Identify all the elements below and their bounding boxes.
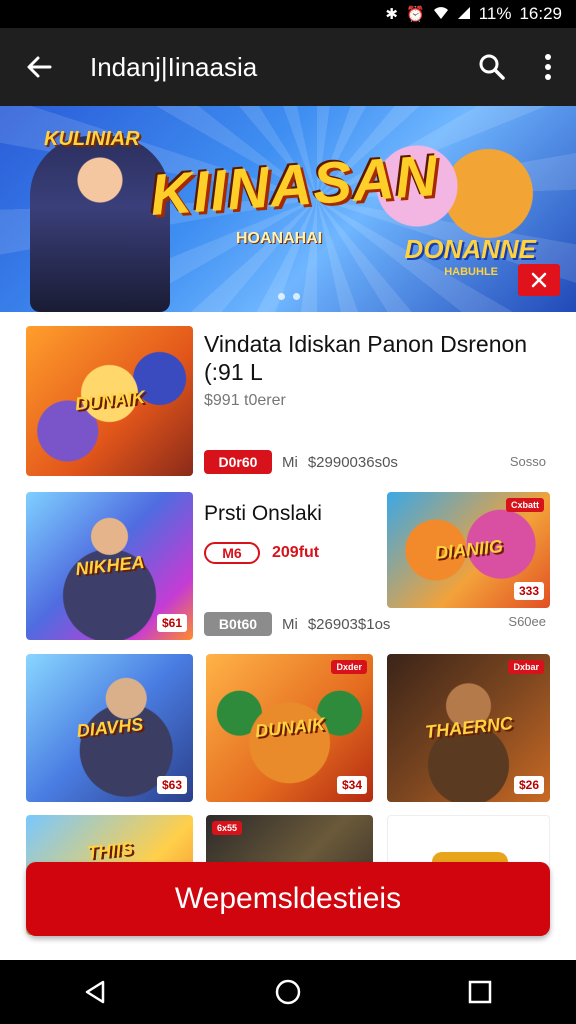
primary-cta-button[interactable]: Wepemsldestieis [26,862,550,936]
banner-logo-right: DONANNE [404,234,536,264]
game-thumbnail[interactable]: DIAVHS $63 [26,654,193,802]
list-item[interactable]: DUNAIK Vindata Idiskan Panon Dsrenon (:9… [26,326,550,476]
alarm-icon: ⏰ [406,5,425,23]
thumbnail-title: DIANIIG [433,536,504,564]
list-item-subtitle: $991 t0erer [204,392,286,409]
more-text: Sosso [509,454,546,469]
banner-logo-right-sub: HABUHLE [444,266,498,278]
nav-home-icon [275,979,301,1005]
close-icon [531,272,547,288]
back-arrow-icon [27,56,52,78]
wifi-icon [433,6,449,23]
thumbnail-title: DUNAIK [253,713,326,742]
meta-label: Mi [282,615,298,633]
list-item-tag-row: M6 209fut [204,542,319,564]
banner-logo-small: HOANAHAI [236,230,323,247]
game-thumbnail[interactable]: Cxbatt DIANIIG 333 [387,492,550,608]
thumbnail-badge: Cxbatt [505,498,544,512]
meta-price: $26903$1os [307,615,391,633]
list-item-meta: D0r60 Mi $2990036s0s [204,450,398,474]
banner-pager-dots [278,293,300,300]
nav-back-icon [85,980,105,1004]
tag-value: 209fut [272,544,320,561]
clock: 16:29 [519,4,562,23]
thumbnail-grid-row: DIAVHS $63 Dxder DUNAIK $34 Dxbar THAERN… [26,654,550,802]
system-nav-bar [0,960,576,1024]
more-text: S60ee [508,614,546,629]
nav-home-button[interactable] [258,960,318,1024]
app-title: Indanj|Iinaasia [90,51,258,82]
screen: ✱ ⏰ 11% 16:29 Indanj|Iinaasia KULINIAR H… [0,0,576,1024]
pager-dot[interactable] [278,293,285,300]
meta-price: $2990036s0s [307,453,398,471]
thumbnail-title: NIKHEA [74,551,145,580]
action-pill[interactable]: D0r60 [204,450,272,474]
overflow-menu-icon [545,54,551,80]
game-thumbnail[interactable]: NIKHEA $61 [26,492,193,640]
list-item-title: Vindata Idiskan Panon Dsrenon (:91 L [204,331,528,385]
search-button[interactable] [464,28,520,106]
app-bar: Indanj|Iinaasia [0,28,576,106]
list-item-title: Prsti Onslaki [204,502,322,525]
meta-label: Mi [282,453,298,471]
thumbnail-badge: Dxder [331,660,367,674]
game-thumbnail[interactable]: DUNAIK [26,326,193,476]
tag-pill[interactable]: M6 [204,542,260,564]
thumbnail-badge: Dxbar [508,660,544,674]
promo-banner[interactable]: KULINIAR HOANAHAI KIINASAN DONANNE HABUH… [0,106,576,312]
thumbnail-title: DUNAIK [73,386,146,415]
back-button[interactable] [0,28,78,106]
game-thumbnail[interactable]: Dxbar THAERNC $26 [387,654,550,802]
thumbnail-price: $34 [336,776,367,794]
list-item-meta: B0t60 Mi $26903$1os [204,612,390,636]
overflow-menu-button[interactable] [520,28,576,106]
banner-logo-top: KULINIAR [44,128,140,150]
action-pill[interactable]: B0t60 [204,612,272,636]
game-thumbnail[interactable]: Dxder DUNAIK $34 [206,654,373,802]
pager-dot[interactable] [293,293,300,300]
signal-icon [457,6,471,23]
battery-level: 11% [478,4,512,23]
thumbnail-title: THAERNC [423,712,514,743]
thumbnail-badge: 6x55 [212,821,243,835]
thumbnail-price: $26 [513,776,544,794]
nav-recents-icon [468,980,492,1004]
banner-close-button[interactable] [518,264,560,296]
thumbnail-title: DIAVHS [75,714,144,741]
bluetooth-icon: ✱ [385,5,398,23]
thumbnail-price: $63 [156,776,187,794]
thumbnail-price: $61 [156,614,187,632]
thumbnail-price: 333 [513,582,544,600]
list-item[interactable]: NIKHEA $61 Prsti Onslaki M6 209fut B0t60… [26,492,550,640]
status-bar: ✱ ⏰ 11% 16:29 [0,0,576,28]
search-icon [479,54,505,80]
nav-recents-button[interactable] [450,960,510,1024]
nav-back-button[interactable] [66,960,126,1024]
thumbnail-title: THIIS [85,838,134,863]
